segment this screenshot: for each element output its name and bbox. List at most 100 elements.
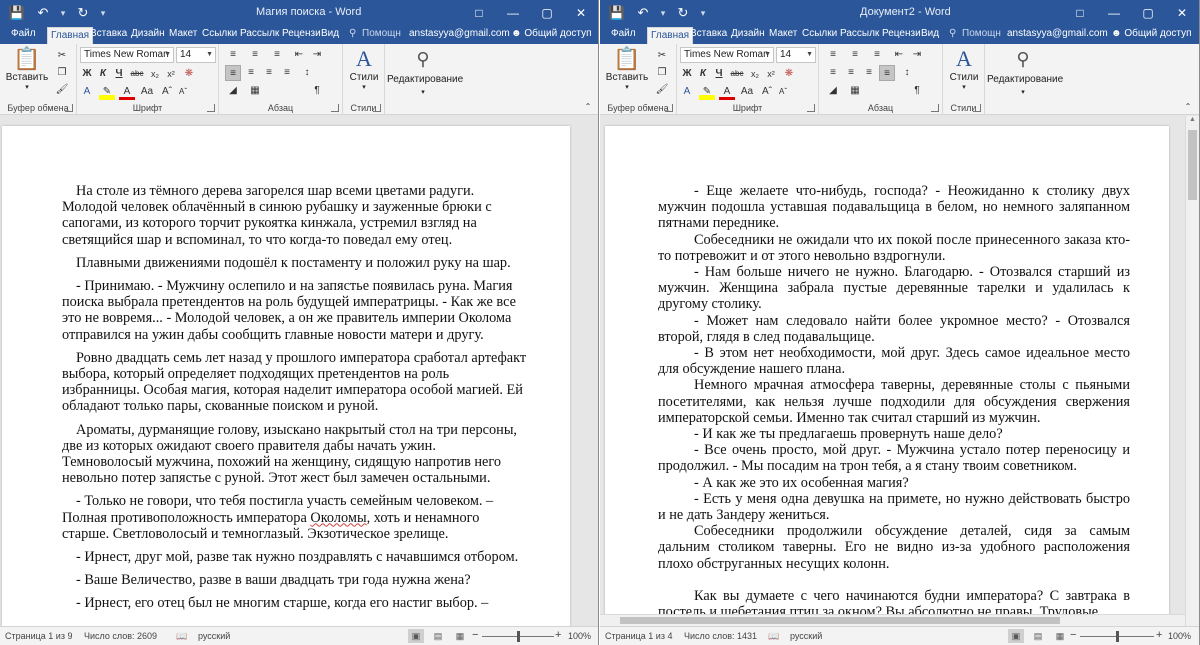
redo-icon[interactable]: ↻ [670, 3, 696, 23]
user-account[interactable]: anstasyya@gmail.com [406, 26, 513, 44]
tab-view[interactable]: Вид [318, 26, 342, 44]
tab-file[interactable]: Файл [608, 26, 639, 44]
language[interactable]: русский [198, 631, 230, 641]
align-center-icon[interactable]: ≡ [243, 65, 259, 81]
maximize-button[interactable]: ▢ [1131, 0, 1165, 26]
lightbulb-icon[interactable]: ⚲ [946, 26, 959, 44]
zoom-slider-thumb[interactable] [517, 631, 520, 642]
format-painter-icon[interactable]: 🖌 [654, 82, 670, 98]
language[interactable]: русский [790, 631, 822, 641]
show-marks-icon[interactable]: ¶ [909, 83, 925, 99]
align-right-icon[interactable]: ≡ [861, 65, 877, 81]
numbering-icon[interactable]: ≡ [847, 47, 863, 63]
tab-layout[interactable]: Макет [766, 26, 800, 44]
cut-icon[interactable]: ✂ [654, 48, 670, 64]
tab-references[interactable]: Ссылки [199, 26, 240, 44]
copy-icon[interactable]: ❐ [654, 65, 670, 81]
zoom-slider-thumb[interactable] [1116, 631, 1119, 642]
proofing-icon[interactable]: 📖 [768, 631, 779, 642]
strikethrough-icon[interactable]: abc [129, 66, 145, 82]
ribbon-display-icon[interactable]: □ [462, 0, 496, 26]
tell-me-search[interactable]: Помощн [959, 26, 1004, 44]
align-right-icon[interactable]: ≡ [261, 65, 277, 81]
font-name-box[interactable]: Times New Roman ▼ [80, 47, 174, 63]
font-color-icon[interactable]: A [119, 84, 135, 100]
align-left-icon[interactable]: ≡ [825, 65, 841, 81]
decrease-indent-icon[interactable]: ⇤ [891, 47, 907, 63]
undo-icon[interactable]: ↶ [30, 3, 56, 23]
styles-button[interactable]: A Стили ▾ [947, 46, 981, 91]
format-painter-icon[interactable]: 🖌 [54, 82, 70, 98]
copy-icon[interactable]: ❐ [54, 65, 70, 81]
highlight-icon[interactable]: ✎ [699, 84, 715, 100]
document-text[interactable]: На столе из тёмного дерева загорелся шар… [62, 183, 528, 612]
align-center-icon[interactable]: ≡ [843, 65, 859, 81]
document-page[interactable]: На столе из тёмного дерева загорелся шар… [2, 126, 570, 626]
ribbon-display-icon[interactable]: □ [1063, 0, 1097, 26]
font-launcher-icon[interactable] [807, 104, 815, 112]
document-text[interactable]: - Еще желаете что-нибудь, господа? - Нео… [658, 183, 1130, 620]
print-layout-icon[interactable]: ▣ [1008, 629, 1024, 643]
font-size-box[interactable]: 14 ▼ [776, 47, 816, 63]
decrease-indent-icon[interactable]: ⇤ [291, 47, 307, 63]
customize-qat-icon[interactable]: ▾ [96, 3, 110, 23]
shading-icon[interactable]: ◢ [225, 83, 241, 99]
close-button[interactable]: ✕ [564, 0, 598, 26]
styles-launcher-icon[interactable] [373, 104, 381, 112]
editing-button[interactable]: ⚲ Редактирование ▾ [387, 46, 463, 96]
shading-icon[interactable]: ◢ [825, 83, 841, 99]
numbering-icon[interactable]: ≡ [247, 47, 263, 63]
horizontal-scrollbar[interactable] [600, 614, 1185, 626]
spelling-error-word[interactable]: Околомы [310, 510, 366, 526]
proofing-icon[interactable]: 📖 [176, 631, 187, 642]
styles-button[interactable]: A Стили ▾ [347, 46, 381, 91]
collapse-ribbon-icon[interactable]: ⌃ [580, 99, 596, 115]
font-launcher-icon[interactable] [207, 104, 215, 112]
tab-design[interactable]: Дизайн [728, 26, 768, 44]
redo-icon[interactable]: ↻ [70, 3, 96, 23]
zoom-out-icon[interactable]: − [1070, 629, 1076, 641]
vertical-scrollbar[interactable]: ▲ [1185, 116, 1199, 626]
collapse-ribbon-icon[interactable]: ⌃ [1180, 99, 1196, 115]
styles-launcher-icon[interactable] [973, 104, 981, 112]
highlight-icon[interactable]: ✎ [99, 84, 115, 100]
strikethrough-icon[interactable]: abc [729, 66, 745, 82]
save-icon[interactable]: 💾 [604, 3, 630, 23]
italic-icon[interactable]: К [95, 66, 111, 82]
subscript-icon[interactable]: x₂ [747, 66, 763, 82]
underline-icon[interactable]: Ч [711, 66, 727, 82]
text-effects-icon[interactable]: A [79, 84, 95, 100]
increase-indent-icon[interactable]: ⇥ [909, 47, 925, 63]
cut-icon[interactable]: ✂ [54, 48, 70, 64]
web-layout-icon[interactable]: ▦ [1052, 629, 1068, 643]
tab-review[interactable]: Рецензи [279, 26, 324, 44]
change-case-icon[interactable]: Aa [139, 84, 155, 100]
scroll-up-icon[interactable]: ▲ [1186, 116, 1199, 123]
font-name-box[interactable]: Times New Roman ▼ [680, 47, 774, 63]
tab-file[interactable]: Файл [8, 26, 39, 44]
line-spacing-icon[interactable]: ↕ [899, 65, 915, 81]
lightbulb-icon[interactable]: ⚲ [346, 26, 359, 44]
read-mode-icon[interactable]: ▤ [430, 629, 446, 643]
borders-icon[interactable]: ▦ [247, 83, 263, 99]
italic-icon[interactable]: К [695, 66, 711, 82]
tab-layout[interactable]: Макет [166, 26, 200, 44]
tab-design[interactable]: Дизайн [128, 26, 168, 44]
zoom-level[interactable]: 100% [568, 631, 591, 641]
shrink-font-icon[interactable]: Aˇ [775, 84, 791, 100]
tab-insert[interactable]: Вставка [687, 26, 730, 44]
text-effects-icon[interactable]: A [679, 84, 695, 100]
close-button[interactable]: ✕ [1165, 0, 1199, 26]
customize-qat-icon[interactable]: ▾ [696, 3, 710, 23]
justify-icon[interactable]: ≡ [279, 65, 295, 81]
zoom-level[interactable]: 100% [1168, 631, 1191, 641]
subscript-icon[interactable]: x₂ [147, 66, 163, 82]
undo-icon[interactable]: ↶ [630, 3, 656, 23]
print-layout-icon[interactable]: ▣ [408, 629, 424, 643]
page-count[interactable]: Страница 1 из 4 [605, 631, 672, 641]
font-color-icon[interactable]: A [719, 84, 735, 100]
share-button[interactable]: ☻ Общий доступ [508, 26, 595, 44]
minimize-button[interactable]: — [496, 0, 530, 26]
tell-me-search[interactable]: Помощн [359, 26, 404, 44]
paragraph-launcher-icon[interactable] [931, 104, 939, 112]
